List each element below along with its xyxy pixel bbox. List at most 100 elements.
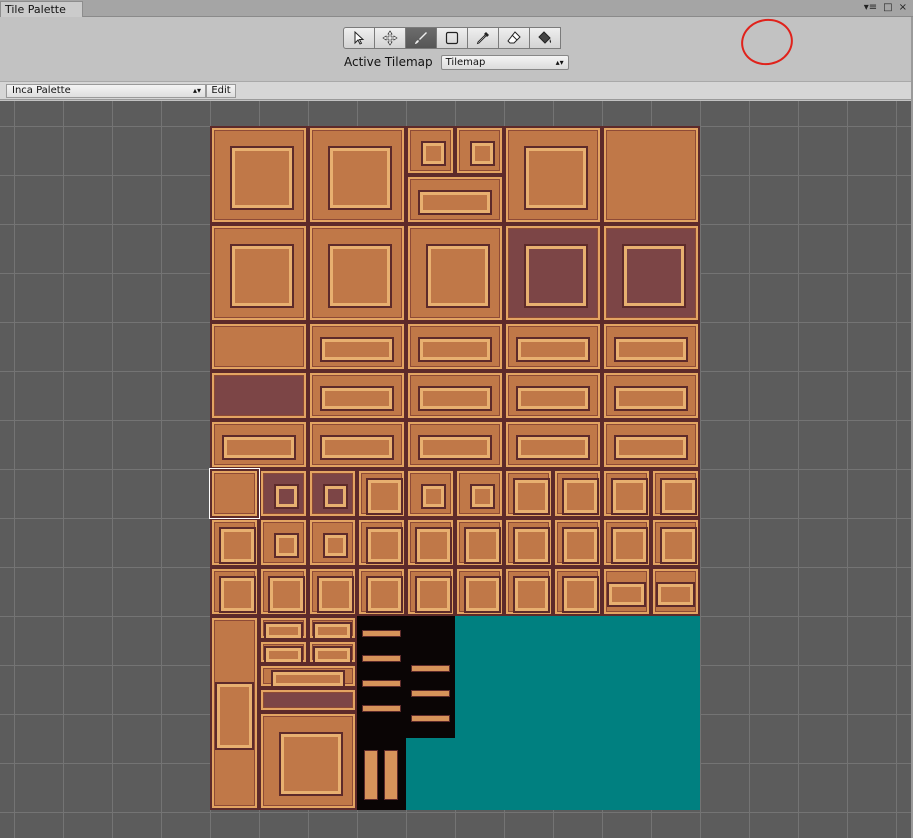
tile[interactable] xyxy=(210,518,259,567)
ladder-rung xyxy=(412,716,449,721)
tile-palette-tab[interactable]: Tile Palette xyxy=(0,1,83,17)
tile[interactable] xyxy=(651,469,700,518)
tile[interactable] xyxy=(308,469,357,518)
tile[interactable] xyxy=(357,567,406,616)
tile[interactable] xyxy=(504,567,553,616)
select-tool-button[interactable] xyxy=(343,27,375,49)
tile[interactable] xyxy=(210,224,308,322)
tile[interactable] xyxy=(210,420,308,469)
tile[interactable] xyxy=(602,420,700,469)
tile[interactable] xyxy=(406,224,504,322)
tile[interactable] xyxy=(308,126,406,224)
tile[interactable] xyxy=(504,126,602,224)
tile[interactable] xyxy=(602,567,651,616)
paint-brush-icon xyxy=(415,32,427,44)
tile[interactable] xyxy=(406,322,504,371)
tile[interactable] xyxy=(602,469,651,518)
options-menu-icon[interactable]: ▾≡ xyxy=(864,2,877,14)
tile[interactable] xyxy=(553,567,602,616)
tile[interactable] xyxy=(308,567,357,616)
tile-pillar[interactable] xyxy=(210,616,259,810)
active-tilemap-dropdown[interactable]: Tilemap ▴▾ xyxy=(440,54,569,70)
move-tool-button[interactable] xyxy=(374,27,406,49)
fill-tool-button[interactable] xyxy=(529,27,561,49)
tile[interactable] xyxy=(308,518,357,567)
active-tilemap-value: Tilemap xyxy=(445,56,486,68)
tile[interactable] xyxy=(210,322,308,371)
tile[interactable] xyxy=(308,224,406,322)
empty-tile-area[interactable] xyxy=(455,616,700,738)
edit-button[interactable]: Edit xyxy=(206,84,236,98)
tile[interactable] xyxy=(259,640,308,664)
tile[interactable] xyxy=(406,175,504,224)
pointer-icon xyxy=(354,30,365,45)
tile[interactable] xyxy=(504,518,553,567)
tile[interactable] xyxy=(455,469,504,518)
title-bar: Tile Palette ▾≡ □ × xyxy=(0,0,913,17)
tile[interactable] xyxy=(259,518,308,567)
picker-tool-button[interactable] xyxy=(467,27,499,49)
tile[interactable] xyxy=(455,126,504,175)
ladder-rung xyxy=(412,666,449,671)
tile[interactable] xyxy=(210,567,259,616)
active-tilemap-row: Active Tilemap Tilemap ▴▾ xyxy=(344,54,569,70)
tile[interactable] xyxy=(308,371,406,420)
tile[interactable] xyxy=(259,469,308,518)
edit-button-label: Edit xyxy=(211,85,231,96)
ladder-rung xyxy=(363,706,400,711)
tile[interactable] xyxy=(504,469,553,518)
tile[interactable] xyxy=(357,518,406,567)
tile[interactable] xyxy=(602,518,651,567)
ladder-rung xyxy=(363,681,400,686)
tile[interactable] xyxy=(504,371,602,420)
paint-brush-tool-button[interactable] xyxy=(405,27,437,49)
tile[interactable] xyxy=(406,518,455,567)
rope xyxy=(385,751,397,799)
palette-dropdown[interactable]: Inca Palette ▴▾ xyxy=(6,84,206,98)
rope xyxy=(365,751,377,799)
tile[interactable] xyxy=(308,616,357,640)
tile[interactable] xyxy=(259,567,308,616)
annotation-circle xyxy=(736,14,798,70)
box-fill-tool-button[interactable] xyxy=(436,27,468,49)
tile[interactable] xyxy=(651,567,700,616)
tile[interactable] xyxy=(406,126,455,175)
tile[interactable] xyxy=(553,518,602,567)
tile[interactable] xyxy=(308,640,357,664)
tile[interactable] xyxy=(651,518,700,567)
close-icon[interactable]: × xyxy=(899,2,907,14)
tile[interactable] xyxy=(308,322,406,371)
tool-group xyxy=(343,14,798,70)
tile[interactable] xyxy=(553,469,602,518)
tile[interactable] xyxy=(210,371,308,420)
tile[interactable] xyxy=(602,322,700,371)
tile[interactable] xyxy=(259,664,357,688)
tile[interactable] xyxy=(259,688,357,712)
paint-bucket-icon xyxy=(538,31,552,44)
tile[interactable] xyxy=(259,616,308,640)
tile[interactable] xyxy=(602,371,700,420)
ladder-rung xyxy=(363,656,400,661)
tile[interactable] xyxy=(406,469,455,518)
eraser-icon xyxy=(507,31,521,44)
tile[interactable] xyxy=(308,420,406,469)
tile[interactable] xyxy=(210,126,308,224)
tile[interactable] xyxy=(455,567,504,616)
tile[interactable] xyxy=(455,518,504,567)
tile[interactable] xyxy=(602,126,700,224)
tile-large[interactable] xyxy=(259,712,357,810)
active-tilemap-label: Active Tilemap xyxy=(344,55,433,69)
tile[interactable] xyxy=(357,469,406,518)
tile[interactable] xyxy=(504,224,602,322)
tile-selected[interactable] xyxy=(209,468,260,519)
tile[interactable] xyxy=(406,567,455,616)
tile[interactable] xyxy=(504,322,602,371)
tile-atlas[interactable] xyxy=(209,126,700,810)
tile[interactable] xyxy=(504,420,602,469)
tile[interactable] xyxy=(406,371,504,420)
empty-tile-area[interactable] xyxy=(406,738,700,810)
maximize-icon[interactable]: □ xyxy=(883,2,892,14)
tile[interactable] xyxy=(602,224,700,322)
tile[interactable] xyxy=(406,420,504,469)
eraser-tool-button[interactable] xyxy=(498,27,530,49)
